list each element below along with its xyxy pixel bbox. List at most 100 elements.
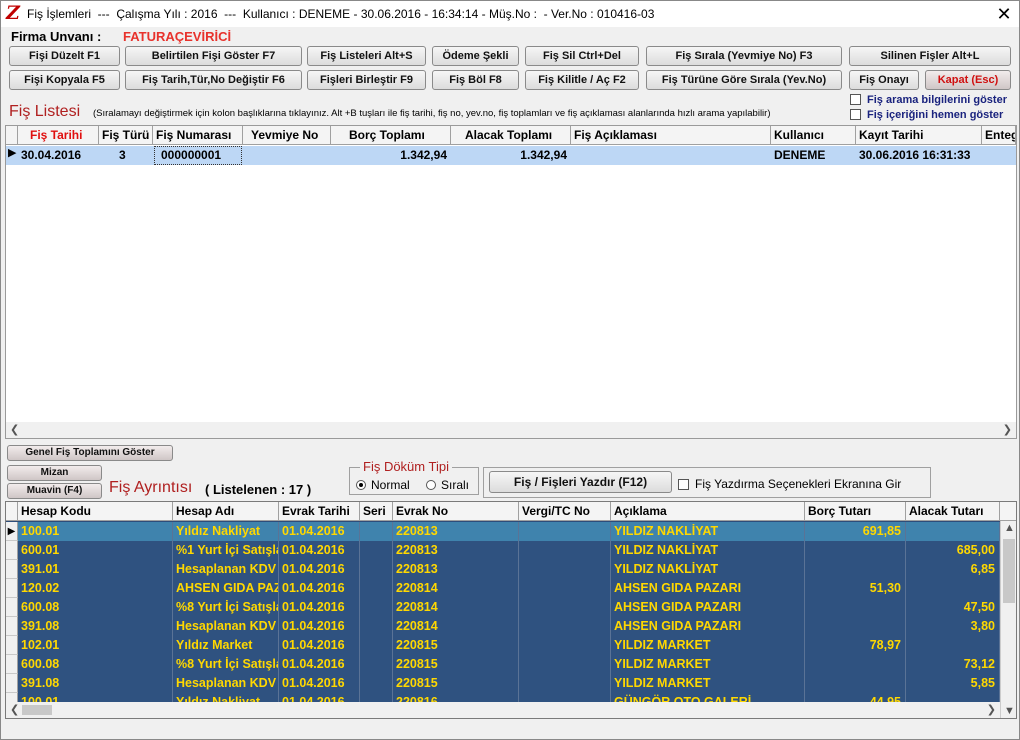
scroll-left-icon[interactable]: ❮ <box>10 703 19 716</box>
fis-sil-button[interactable]: Fiş Sil Ctrl+Del <box>525 46 639 66</box>
col-alacak-toplami[interactable]: Alacak Toplamı <box>451 126 571 145</box>
cell-alacak-tutari <box>906 636 1000 655</box>
col-entegre[interactable]: Entegre <box>982 126 1016 145</box>
cell-aciklama: AHSEN GIDA PAZARI <box>611 598 805 617</box>
hscroll-thumb[interactable] <box>22 705 52 715</box>
genel-fis-toplamini-goster-button[interactable]: Genel Fiş Toplamını Göster <box>7 445 173 461</box>
fis-listesi-hscrollbar[interactable]: ❮ ❯ <box>6 422 1016 438</box>
detail-row[interactable]: 600.01 %1 Yurt İçi Satışlar 01.04.2016 2208… <box>6 541 1000 560</box>
cell-alacak-tutari <box>906 579 1000 598</box>
scroll-down-icon[interactable]: ▼ <box>1004 705 1015 717</box>
col-fis-tarihi[interactable]: Fiş Tarihi <box>18 126 99 145</box>
cell-fis-numarasi[interactable]: 000000001 <box>154 146 242 165</box>
fis-yazdir-button[interactable]: Fiş / Fişleri Yazdır (F12) <box>489 471 672 493</box>
cell-hesap-adi: Hesaplanan KDV <box>173 560 279 579</box>
cell-evrak-tarihi: 01.04.2016 <box>279 636 360 655</box>
fis-listesi-row[interactable]: 30.04.2016 3 000000001 1.342,94 1.342,94… <box>6 146 1016 165</box>
close-window-button[interactable]: ✕ <box>989 1 1019 27</box>
col-kullanici[interactable]: Kullanıcı <box>771 126 856 145</box>
cell-vergi-tc-no <box>519 579 611 598</box>
fis-arama-bilgilerini-goster-checkbox[interactable]: Fiş arama bilgilerini göster <box>850 94 1007 106</box>
belirtilen-fisi-goster-button[interactable]: Belirtilen Fişi Göster F7 <box>125 46 302 66</box>
fis-bol-button[interactable]: Fiş Böl F8 <box>432 70 519 90</box>
scroll-up-icon[interactable]: ▲ <box>1004 522 1015 534</box>
col-alacak-tutari[interactable]: Alacak Tutarı <box>906 502 1000 521</box>
col-evrak-no[interactable]: Evrak No <box>393 502 519 521</box>
detail-row[interactable]: ▶ 100.01 Yıldız Nakliyat 01.04.2016 220813 YI… <box>6 522 1000 541</box>
kapat-button[interactable]: Kapat (Esc) <box>925 70 1011 90</box>
firma-label: Firma Unvanı : <box>11 29 102 44</box>
col-fis-aciklamasi[interactable]: Fiş Açıklaması <box>571 126 771 145</box>
scroll-right-icon[interactable]: ❯ <box>987 703 996 716</box>
col-fis-turu[interactable]: Fiş Türü <box>99 126 153 145</box>
fis-sirala-yevmiye-button[interactable]: Fiş Sırala (Yevmiye No) F3 <box>646 46 842 66</box>
cell-seri <box>360 636 393 655</box>
cell-alacak-tutari <box>906 522 1000 541</box>
fisi-duzelt-button[interactable]: Fişi Düzelt F1 <box>9 46 120 66</box>
scroll-left-icon[interactable]: ❮ <box>10 423 19 436</box>
fis-yazdirma-secenekleri-checkbox[interactable]: Fiş Yazdırma Seçenekleri Ekranına Gir <box>678 477 901 491</box>
fis-listesi-title: Fiş Listesi <box>9 103 81 120</box>
fis-ayrintisi-grid[interactable]: Hesap Kodu Hesap Adı Evrak Tarihi Seri E… <box>5 501 1017 719</box>
vscroll-thumb[interactable] <box>1003 539 1015 603</box>
col-hesap-adi[interactable]: Hesap Adı <box>173 502 279 521</box>
scroll-right-icon[interactable]: ❯ <box>1003 423 1012 436</box>
row-indicator <box>6 674 18 693</box>
silinen-fisler-button[interactable]: Silinen Fişler Alt+L <box>849 46 1011 66</box>
fis-kilitle-ac-button[interactable]: Fiş Kilitle / Aç F2 <box>525 70 639 90</box>
radio-selected-icon <box>356 480 366 490</box>
detail-row[interactable]: 391.01 Hesaplanan KDV 01.04.2016 220813 YILD… <box>6 560 1000 579</box>
detail-row[interactable]: 120.02AHSEN GIDA PAZARI01.04.2016220814A… <box>6 579 1000 598</box>
fis-listesi-grid[interactable]: Fiş Tarihi Fiş Türü Fiş Numarası Yevmiye… <box>5 125 1017 439</box>
fis-onayi-button[interactable]: Fiş Onayı <box>849 70 919 90</box>
row-indicator <box>6 655 18 674</box>
detail-row[interactable]: 600.08 %8 Yurt İçi Satışlar 01.04.2016 2208… <box>6 598 1000 617</box>
col-aciklama[interactable]: Açıklama <box>611 502 805 521</box>
cell-kayit-tarihi: 30.06.2016 16:31:33 <box>859 148 971 162</box>
cell-aciklama: AHSEN GIDA PAZARI <box>611 617 805 636</box>
detail-row[interactable]: 391.08 Hesaplanan KDV 01.04.2016 220815 YILD… <box>6 674 1000 693</box>
col-seri[interactable]: Seri <box>360 502 393 521</box>
fisleri-birlestir-button[interactable]: Fişleri Birleştir F9 <box>307 70 426 90</box>
cell-evrak-no: 220814 <box>393 579 519 598</box>
col-kayit-tarihi[interactable]: Kayıt Tarihi <box>856 126 982 145</box>
title-bar[interactable]: Z Fiş İşlemleri --- Çalışma Yılı : 2016 … <box>1 1 1019 27</box>
col-yevmiye-no[interactable]: Yevmiye No <box>243 126 331 145</box>
fis-icerigini-hemen-goster-checkbox[interactable]: Fiş içeriğini hemen göster <box>850 109 1003 121</box>
col-hesap-kodu[interactable]: Hesap Kodu <box>18 502 173 521</box>
col-evrak-tarihi[interactable]: Evrak Tarihi <box>279 502 360 521</box>
radio-normal[interactable]: Normal <box>356 478 410 492</box>
cell-alacak-tutari: 6,85 <box>906 560 1000 579</box>
col-borc-toplami[interactable]: Borç Toplamı <box>331 126 451 145</box>
col-vergi-tc-no[interactable]: Vergi/TC No <box>519 502 611 521</box>
cell-hesap-adi: Yıldız Market <box>173 636 279 655</box>
fis-tarih-tur-no-degistir-button[interactable]: Fiş Tarih,Tür,No Değiştir F6 <box>125 70 302 90</box>
fis-ayrintisi-hscrollbar[interactable]: ❮ ❯ <box>6 702 1000 718</box>
detail-row[interactable]: 391.08 Hesaplanan KDV 01.04.2016 220814 AHSE… <box>6 617 1000 636</box>
fis-turune-gore-sirala-button[interactable]: Fiş Türüne Göre Sırala (Yev.No) <box>646 70 842 90</box>
print-group: Fiş / Fişleri Yazdır (F12) Fiş Yazdırma … <box>483 467 931 498</box>
fisi-kopyala-button[interactable]: Fişi Kopyala F5 <box>9 70 120 90</box>
col-borc-tutari[interactable]: Borç Tutarı <box>805 502 906 521</box>
cell-aciklama: AHSEN GIDA PAZARI <box>611 579 805 598</box>
fis-ayrintisi-title: Fiş Ayrıntısı <box>109 479 193 496</box>
row-indicator <box>6 579 18 598</box>
firma-value: FATURAÇEVİRİCİ <box>123 29 232 44</box>
detail-row[interactable]: 600.08 %8 Yurt İçi Satışlar 01.04.2016 2208… <box>6 655 1000 674</box>
cell-alacak-tutari: 5,85 <box>906 674 1000 693</box>
cell-borc-tutari <box>805 674 906 693</box>
header-indicator <box>6 502 18 521</box>
cell-hesap-adi: Yıldız Nakliyat <box>173 522 279 541</box>
radio-sirali[interactable]: Sıralı <box>426 478 469 492</box>
fis-listeleri-button[interactable]: Fiş Listeleri Alt+S <box>307 46 426 66</box>
detail-row[interactable]: 102.01 Yıldız Market 01.04.2016 220815 YILDI… <box>6 636 1000 655</box>
mizan-button[interactable]: Mizan <box>7 465 102 481</box>
cell-seri <box>360 522 393 541</box>
radio-unselected-icon <box>426 480 436 490</box>
cell-seri <box>360 560 393 579</box>
cell-evrak-tarihi: 01.04.2016 <box>279 579 360 598</box>
odeme-sekli-button[interactable]: Ödeme Şekli <box>432 46 519 66</box>
muavin-button[interactable]: Muavin (F4) <box>7 483 102 499</box>
fis-ayrintisi-vscrollbar[interactable]: ▲ ▼ <box>1000 521 1016 718</box>
col-fis-numarasi[interactable]: Fiş Numarası <box>153 126 243 145</box>
